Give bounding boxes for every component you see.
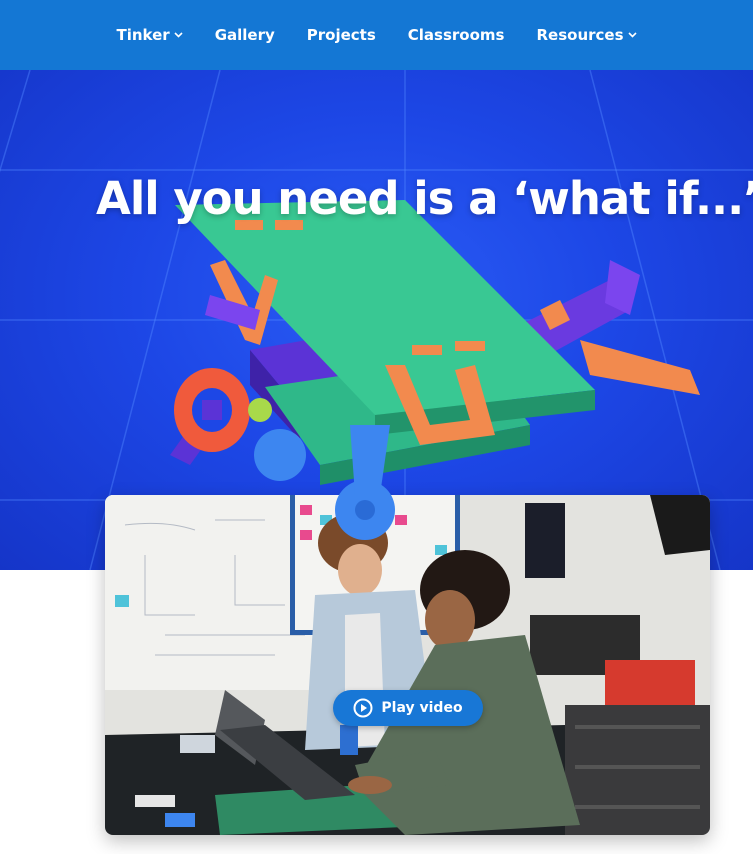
nav-item-label: Resources [536,26,624,44]
nav-item-projects[interactable]: Projects [291,26,392,44]
nav-item-resources[interactable]: Resources [520,26,652,44]
nav-item-label: Tinker [116,26,170,44]
nav-item-classrooms[interactable]: Classrooms [392,26,521,44]
nav-item-label: Projects [306,26,376,44]
video-thumbnail[interactable]: Play video [105,495,710,835]
chevron-down-icon [174,32,183,38]
play-circle-icon [353,698,373,718]
play-video-button[interactable]: Play video [333,690,483,726]
nav-item-tinker[interactable]: Tinker [100,26,198,44]
top-nav: Tinker Gallery Projects Classrooms Resou… [0,0,753,70]
nav-item-label: Classrooms [407,26,505,44]
nav-item-label: Gallery [214,26,275,44]
nav-item-gallery[interactable]: Gallery [199,26,291,44]
hero-headline: All you need is a ‘what if...’ [96,172,753,225]
classroom-photo [105,495,710,835]
play-video-label: Play video [381,700,463,716]
chevron-down-icon [627,32,637,38]
